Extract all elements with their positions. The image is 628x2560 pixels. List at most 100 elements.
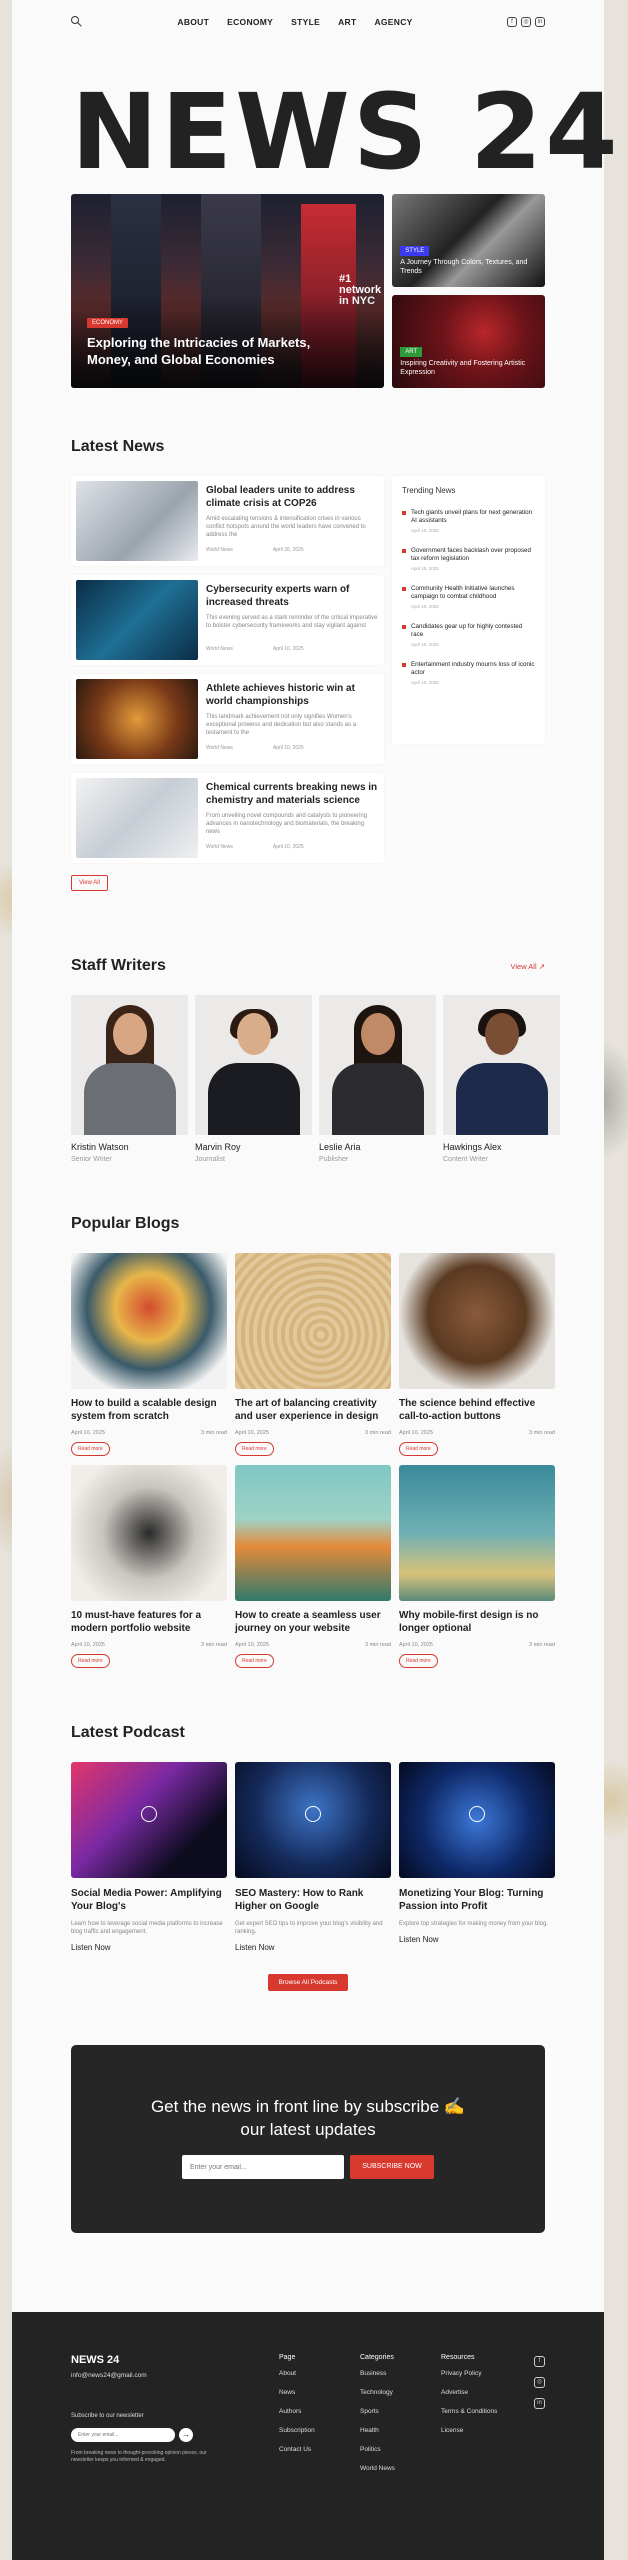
listen-now-link[interactable]: Listen Now: [235, 1943, 391, 1952]
footer-link[interactable]: Subscription: [279, 2427, 360, 2434]
news-title[interactable]: Cybersecurity experts warn of increased …: [206, 583, 379, 609]
nav-item-art[interactable]: ART: [338, 17, 356, 27]
side-card-tag[interactable]: STYLE: [400, 246, 430, 256]
blog-image[interactable]: [71, 1253, 227, 1389]
trending-text[interactable]: Candidates gear up for highly contested …: [411, 623, 535, 639]
footer-link[interactable]: Privacy Policy: [441, 2370, 522, 2377]
blog-title[interactable]: Why mobile-first design is no longer opt…: [399, 1609, 555, 1635]
podcast-card[interactable]: Social Media Power: Amplifying Your Blog…: [71, 1762, 227, 1952]
footer-link[interactable]: Sports: [360, 2408, 441, 2415]
staff-name[interactable]: Leslie Aria: [319, 1142, 436, 1152]
staff-card[interactable]: Marvin Roy Journalist: [195, 995, 312, 1163]
trending-item[interactable]: Community Health Initiative launches cam…: [401, 585, 535, 609]
news-card[interactable]: Athlete achieves historic win at world c…: [71, 674, 384, 764]
news-image[interactable]: [76, 580, 198, 660]
footer-link[interactable]: License: [441, 2427, 522, 2434]
blog-title[interactable]: How to create a seamless user journey on…: [235, 1609, 391, 1635]
podcast-card[interactable]: Monetizing Your Blog: Turning Passion in…: [399, 1762, 555, 1952]
blog-image[interactable]: [71, 1465, 227, 1601]
footer-email[interactable]: info@news24@gmail.com: [71, 2372, 279, 2379]
read-more-button[interactable]: Read more: [71, 1654, 110, 1668]
staff-photo[interactable]: [195, 995, 312, 1135]
read-more-button[interactable]: Read more: [71, 1442, 110, 1456]
staff-name[interactable]: Marvin Roy: [195, 1142, 312, 1152]
staff-name[interactable]: Kristin Watson: [71, 1142, 188, 1152]
read-more-button[interactable]: Read more: [235, 1442, 274, 1456]
blog-card[interactable]: Why mobile-first design is no longer opt…: [399, 1465, 555, 1668]
linkedin-icon[interactable]: in: [535, 17, 545, 27]
footer-link[interactable]: Contact Us: [279, 2446, 360, 2453]
news-card[interactable]: Cybersecurity experts warn of increased …: [71, 575, 384, 665]
trending-text[interactable]: Tech giants unveil plans for next genera…: [411, 509, 535, 525]
blog-title[interactable]: 10 must-have features for a modern portf…: [71, 1609, 227, 1635]
podcast-title[interactable]: SEO Mastery: How to Rank Higher on Googl…: [235, 1887, 391, 1913]
linkedin-icon[interactable]: in: [534, 2398, 545, 2409]
podcast-title[interactable]: Social Media Power: Amplifying Your Blog…: [71, 1887, 227, 1913]
hero-title[interactable]: Exploring the Intricacies of Markets, Mo…: [87, 334, 347, 368]
site-logo[interactable]: NEWS 24: [71, 80, 618, 184]
footer-link[interactable]: Advertise: [441, 2389, 522, 2396]
trending-item[interactable]: Tech giants unveil plans for next genera…: [401, 509, 535, 533]
blog-card[interactable]: How to build a scalable design system fr…: [71, 1253, 227, 1456]
footer-link[interactable]: World News: [360, 2465, 441, 2472]
blog-title[interactable]: The science behind effective call-to-act…: [399, 1397, 555, 1423]
footer-link[interactable]: Technology: [360, 2389, 441, 2396]
trending-item[interactable]: Government faces backlash over proposed …: [401, 547, 535, 571]
blog-card[interactable]: The science behind effective call-to-act…: [399, 1253, 555, 1456]
nav-item-agency[interactable]: AGENCY: [374, 17, 412, 27]
staff-photo[interactable]: [319, 995, 436, 1135]
staff-card[interactable]: Hawkings Alex Content Writer: [443, 995, 560, 1163]
staff-photo[interactable]: [71, 995, 188, 1135]
news-title[interactable]: Chemical currents breaking news in chemi…: [206, 781, 379, 807]
view-all-staff-link[interactable]: View All ↗: [511, 962, 546, 971]
browse-podcasts-button[interactable]: Browse All Podcasts: [268, 1974, 348, 1991]
blog-image[interactable]: [235, 1253, 391, 1389]
blog-image[interactable]: [399, 1465, 555, 1601]
trending-text[interactable]: Entertainment industry mourns loss of ic…: [411, 661, 535, 677]
podcast-title[interactable]: Monetizing Your Blog: Turning Passion in…: [399, 1887, 555, 1913]
footer-link[interactable]: Business: [360, 2370, 441, 2377]
footer-link[interactable]: News: [279, 2389, 360, 2396]
blog-card[interactable]: How to create a seamless user journey on…: [235, 1465, 391, 1668]
side-card-tag[interactable]: ART: [400, 347, 423, 357]
instagram-icon[interactable]: ◎: [521, 17, 531, 27]
news-image[interactable]: [76, 481, 198, 561]
blog-card[interactable]: The art of balancing creativity and user…: [235, 1253, 391, 1456]
subscribe-button[interactable]: SUBSCRIBE NOW: [350, 2155, 434, 2179]
podcast-image[interactable]: [399, 1762, 555, 1878]
read-more-button[interactable]: Read more: [235, 1654, 274, 1668]
news-card[interactable]: Chemical currents breaking news in chemi…: [71, 773, 384, 863]
staff-card[interactable]: Leslie Aria Publisher: [319, 995, 436, 1163]
news-card[interactable]: Global leaders unite to address climate …: [71, 476, 384, 566]
nav-item-about[interactable]: ABOUT: [177, 17, 209, 27]
facebook-icon[interactable]: f: [534, 2356, 545, 2367]
hero-side-card[interactable]: ART Inspiring Creativity and Fostering A…: [392, 295, 545, 388]
blog-image[interactable]: [235, 1465, 391, 1601]
nav-item-style[interactable]: STYLE: [291, 17, 320, 27]
arrow-right-icon[interactable]: →: [179, 2428, 193, 2442]
subscribe-email-input[interactable]: [182, 2155, 344, 2179]
footer-logo[interactable]: NEWS 24: [71, 2354, 279, 2366]
hero-main-card[interactable]: #1 network in NYC ECONOMY Exploring the …: [71, 194, 385, 388]
trending-item[interactable]: Candidates gear up for highly contested …: [401, 623, 535, 647]
read-more-button[interactable]: Read more: [399, 1442, 438, 1456]
listen-now-link[interactable]: Listen Now: [399, 1935, 555, 1944]
side-card-title[interactable]: Inspiring Creativity and Fostering Artis…: [400, 359, 540, 377]
footer-link[interactable]: Authors: [279, 2408, 360, 2415]
trending-text[interactable]: Community Health Initiative launches cam…: [411, 585, 535, 601]
podcast-image[interactable]: [235, 1762, 391, 1878]
news-title[interactable]: Athlete achieves historic win at world c…: [206, 682, 379, 708]
view-all-news-button[interactable]: View All: [71, 875, 108, 891]
blog-card[interactable]: 10 must-have features for a modern portf…: [71, 1465, 227, 1668]
newsletter-email-input[interactable]: [71, 2428, 175, 2442]
side-card-title[interactable]: A Journey Through Colors, Textures, and …: [400, 258, 540, 276]
listen-now-link[interactable]: Listen Now: [71, 1943, 227, 1952]
staff-card[interactable]: Kristin Watson Senior Writer: [71, 995, 188, 1163]
footer-link[interactable]: Terms & Conditions: [441, 2408, 522, 2415]
search-icon[interactable]: [71, 16, 83, 28]
news-image[interactable]: [76, 679, 198, 759]
blog-title[interactable]: The art of balancing creativity and user…: [235, 1397, 391, 1423]
footer-link[interactable]: Politics: [360, 2446, 441, 2453]
news-title[interactable]: Global leaders unite to address climate …: [206, 484, 379, 510]
podcast-image[interactable]: [71, 1762, 227, 1878]
